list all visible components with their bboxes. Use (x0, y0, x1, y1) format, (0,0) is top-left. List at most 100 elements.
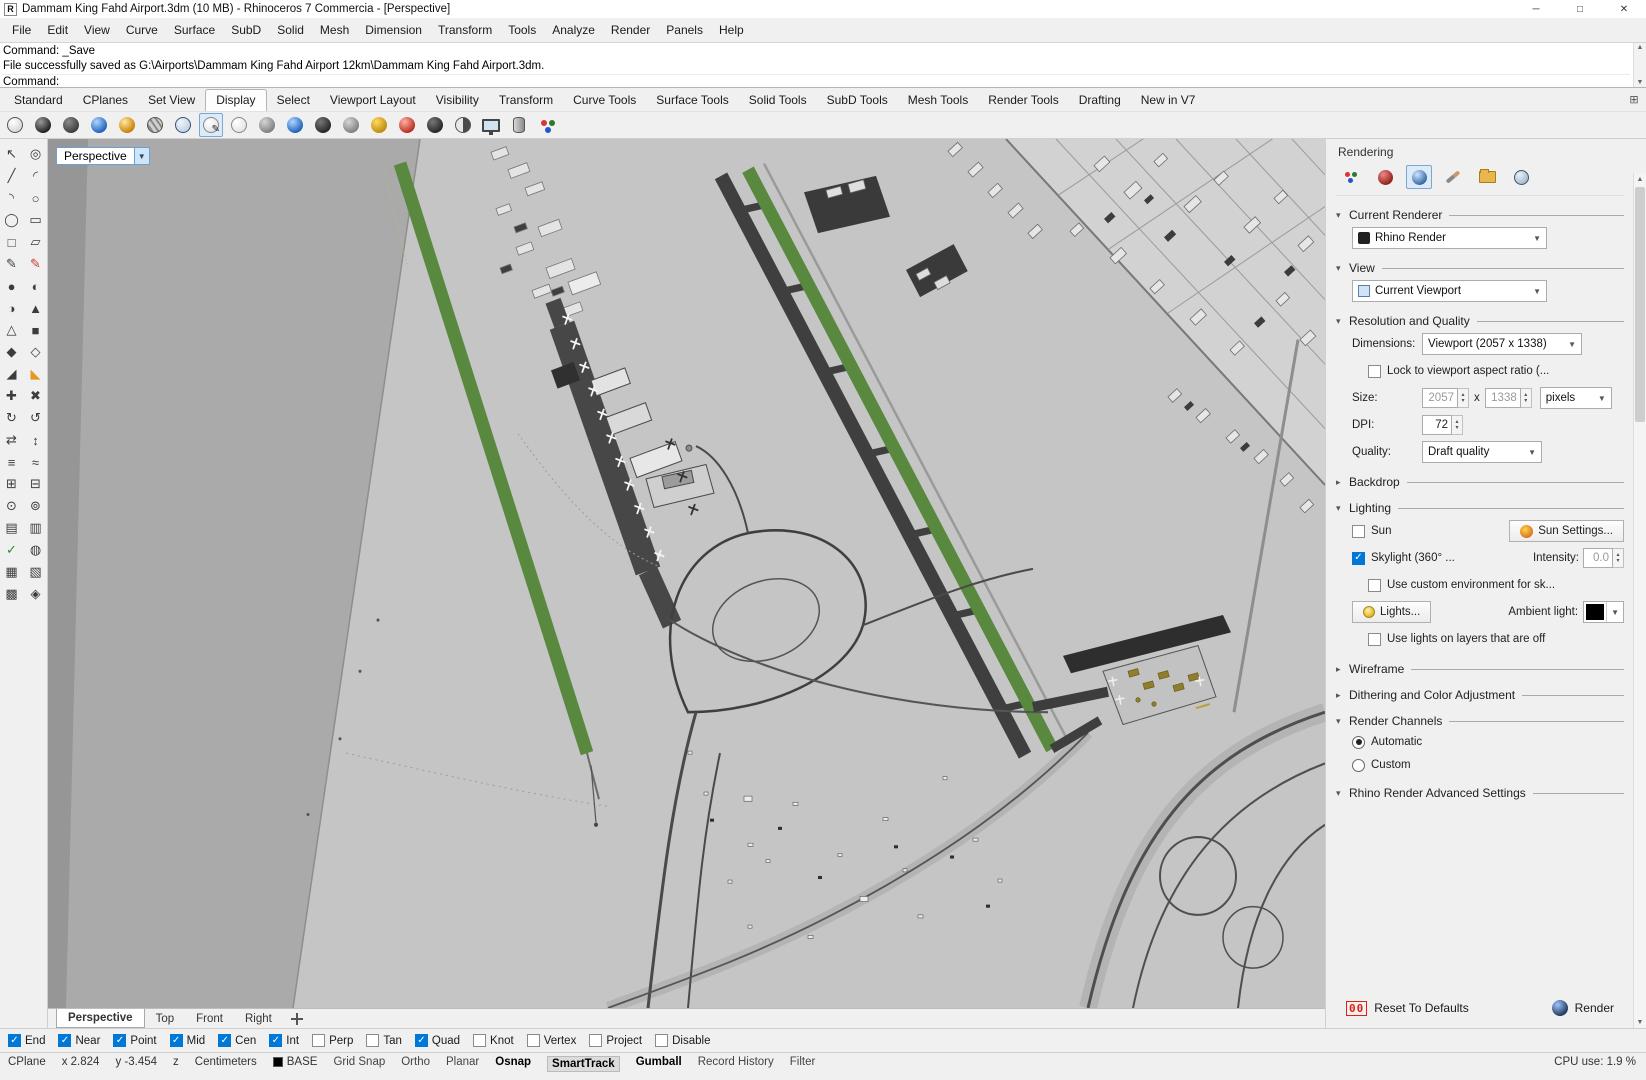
tool-hide-icon[interactable]: ⊚ (24, 495, 48, 517)
cplane-cell[interactable]: CPlane (8, 1056, 46, 1068)
display-material-icon[interactable] (395, 113, 419, 137)
scrollbar-thumb[interactable] (1635, 187, 1645, 422)
display-halftone-icon[interactable] (451, 113, 475, 137)
render-button[interactable]: Render (1544, 996, 1622, 1020)
scroll-down-icon[interactable]: ▼ (1637, 79, 1644, 86)
display-raytraced-icon[interactable] (283, 113, 307, 137)
new-viewport-icon[interactable] (290, 1013, 303, 1025)
display-pen-icon[interactable]: ✎ (199, 113, 223, 137)
tab-new-in-v7[interactable]: New in V7 (1131, 90, 1206, 111)
menu-solid[interactable]: Solid (269, 20, 312, 40)
osnap-point[interactable]: Point (113, 1034, 157, 1047)
tab-set-view[interactable]: Set View (138, 90, 205, 111)
close-button[interactable]: ✕ (1602, 0, 1646, 18)
units-cell[interactable]: Centimeters (195, 1056, 257, 1068)
tool-split-icon[interactable]: ≈ (24, 451, 48, 473)
menu-file[interactable]: File (4, 20, 39, 40)
perspective-viewport[interactable]: Perspective ▼ Perspective Top Front Righ… (48, 139, 1325, 1028)
tool-extrude-icon[interactable]: ◑ (0, 297, 24, 319)
tool-boolean-union-icon[interactable]: ◆ (0, 341, 24, 363)
tab-display[interactable]: Display (205, 89, 267, 111)
tab-surface-tools[interactable]: Surface Tools (646, 90, 739, 111)
tab-viewport-layout[interactable]: Viewport Layout (320, 90, 426, 111)
tool-cylinder-icon[interactable]: ■ (24, 319, 48, 341)
section-view[interactable]: ▾ View (1336, 261, 1624, 275)
section-backdrop[interactable]: ▸ Backdrop (1336, 475, 1624, 489)
dpi-input[interactable]: 72 (1422, 415, 1452, 435)
render-color-wheel-icon[interactable] (1338, 165, 1364, 189)
menu-mesh[interactable]: Mesh (312, 20, 357, 40)
render-channels-automatic-radio[interactable] (1352, 735, 1365, 749)
checkbox[interactable] (473, 1034, 487, 1047)
command-area[interactable]: Command: _Save File successfully saved a… (0, 42, 1646, 88)
render-channels-custom-radio[interactable] (1352, 758, 1365, 772)
checkbox[interactable] (414, 1034, 428, 1047)
tab-solid-tools[interactable]: Solid Tools (739, 90, 817, 111)
tool-check-icon[interactable]: ✓ (0, 539, 24, 561)
tool-arc-icon[interactable]: ◝ (0, 187, 24, 209)
scroll-up-icon[interactable]: ▲ (1634, 173, 1646, 185)
current-renderer-dropdown[interactable]: Rhino Render ▼ (1352, 227, 1547, 249)
checkbox[interactable] (589, 1034, 603, 1047)
menu-render[interactable]: Render (603, 20, 658, 40)
command-scrollbar[interactable]: ▲ ▼ (1633, 43, 1646, 87)
materials-icon[interactable] (1372, 165, 1398, 189)
display-ghosted-icon[interactable] (59, 113, 83, 137)
osnap-project[interactable]: Project (589, 1034, 642, 1047)
size-width-spinner[interactable]: ▴ ▾ (1458, 388, 1469, 408)
textures-icon[interactable] (1508, 165, 1534, 189)
menu-subd[interactable]: SubD (223, 20, 269, 40)
skylight-checkbox[interactable] (1352, 551, 1365, 565)
viewport-3d-scene[interactable] (48, 139, 1325, 1008)
menu-surface[interactable]: Surface (166, 20, 223, 40)
display-rgb-icon[interactable] (535, 113, 559, 137)
lock-aspect-checkbox[interactable] (1368, 364, 1381, 378)
tool-redo-icon[interactable]: ▧ (24, 561, 48, 583)
section-resolution-quality[interactable]: ▾ Resolution and Quality (1336, 314, 1624, 328)
tool-surface-icon[interactable]: ✎ (24, 253, 48, 275)
tab-curve-tools[interactable]: Curve Tools (563, 90, 646, 111)
display-backdrop-icon[interactable] (423, 113, 447, 137)
osnap-near[interactable]: Near (58, 1034, 100, 1047)
tool-box-icon[interactable]: △ (0, 319, 24, 341)
toggle-osnap[interactable]: Osnap (495, 1056, 531, 1068)
tool-sketch-icon[interactable]: ▱ (24, 231, 48, 253)
tab-transform[interactable]: Transform (489, 90, 563, 111)
sun-checkbox[interactable] (1352, 524, 1365, 538)
checkbox[interactable] (58, 1034, 72, 1047)
viewport-title-dropdown[interactable]: Perspective ▼ (56, 147, 150, 165)
ambient-color-dropdown[interactable]: ▼ (1583, 601, 1624, 623)
rendering-tab-icon[interactable] (1406, 165, 1432, 189)
osnap-perp[interactable]: Perp (312, 1034, 353, 1047)
checkbox[interactable] (269, 1034, 283, 1047)
display-sun-icon[interactable] (367, 113, 391, 137)
tool-sphere-icon[interactable]: ▲ (24, 297, 48, 319)
menu-analyze[interactable]: Analyze (544, 20, 603, 40)
skylight-intensity-spinner[interactable]: ▴ ▾ (1613, 548, 1624, 568)
osnap-int[interactable]: Int (269, 1034, 299, 1047)
tool-options-icon[interactable]: ◈ (24, 583, 48, 605)
viewport-tab-top[interactable]: Top (145, 1009, 186, 1028)
checkbox[interactable] (113, 1034, 127, 1047)
view-dropdown[interactable]: Current Viewport ▼ (1352, 280, 1547, 302)
tab-cplanes[interactable]: CPlanes (73, 90, 138, 111)
display-wireframe-icon[interactable] (3, 113, 27, 137)
tab-select[interactable]: Select (267, 90, 320, 111)
tool-lasso-icon[interactable]: ◎ (24, 143, 48, 165)
toggle-grid-snap[interactable]: Grid Snap (333, 1056, 385, 1068)
osnap-tan[interactable]: Tan (366, 1034, 402, 1047)
tool-join-icon[interactable]: ⊞ (0, 473, 24, 495)
display-arctic-icon[interactable] (227, 113, 251, 137)
tool-lock-icon[interactable]: ▤ (0, 517, 24, 539)
checkbox[interactable] (169, 1034, 183, 1047)
size-units-dropdown[interactable]: pixels ▼ (1539, 387, 1612, 409)
display-shaded-icon[interactable] (31, 113, 55, 137)
checkbox[interactable] (312, 1034, 326, 1047)
scroll-down-icon[interactable]: ▼ (1634, 1016, 1646, 1028)
size-height-spinner[interactable]: ▴ ▾ (1520, 388, 1532, 408)
tool-array-icon[interactable]: ↕ (24, 429, 48, 451)
toggle-record-history[interactable]: Record History (698, 1056, 774, 1068)
panel-scrollbar[interactable]: ▲ ▼ (1633, 173, 1646, 1028)
osnap-disable[interactable]: Disable (655, 1034, 710, 1047)
tool-ellipse-icon[interactable]: ◯ (0, 209, 24, 231)
